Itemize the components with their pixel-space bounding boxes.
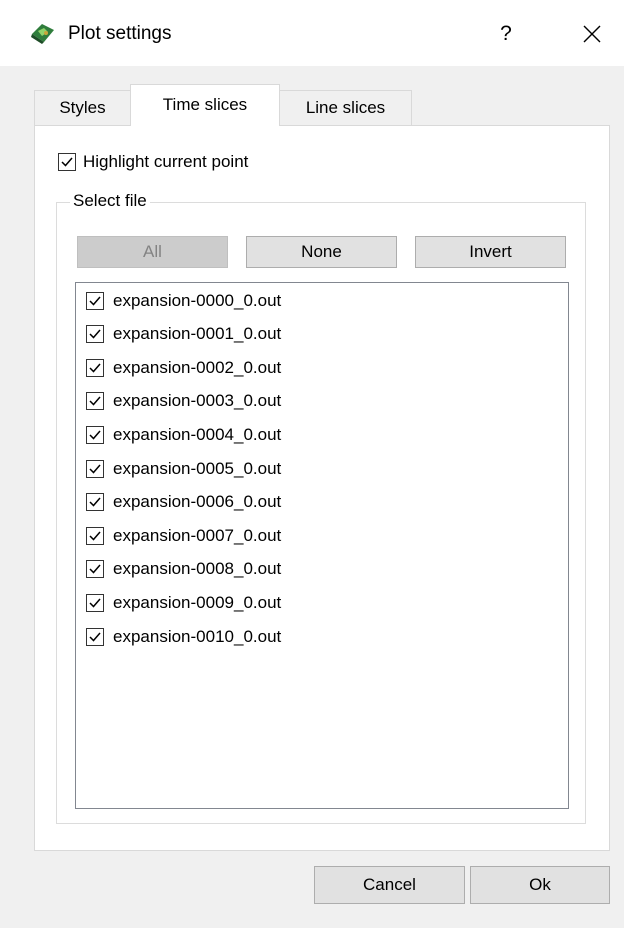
file-name-label: expansion-0000_0.out <box>113 290 282 310</box>
checkbox-checked-icon <box>86 459 104 478</box>
checkbox-checked-icon <box>86 526 104 545</box>
file-list-item[interactable]: expansion-0007_0.out <box>86 520 281 550</box>
close-button[interactable] <box>570 16 614 52</box>
file-name-label: expansion-0008_0.out <box>113 559 282 579</box>
tab-line-slices[interactable]: Line slices <box>279 90 412 126</box>
file-list-item[interactable]: expansion-0005_0.out <box>86 453 281 483</box>
file-name-label: expansion-0009_0.out <box>113 592 282 612</box>
checkbox-checked-icon <box>86 560 104 579</box>
file-list-item[interactable]: expansion-0002_0.out <box>86 352 281 382</box>
checkbox-checked-icon <box>86 358 104 377</box>
tab-styles[interactable]: Styles <box>34 90 131 126</box>
file-name-label: expansion-0006_0.out <box>113 492 282 512</box>
none-button[interactable]: None <box>246 236 397 268</box>
checkbox-checked-icon <box>86 593 104 612</box>
file-list-item[interactable]: expansion-0000_0.out <box>86 285 281 315</box>
invert-button[interactable]: Invert <box>415 236 566 268</box>
file-list-item[interactable]: expansion-0010_0.out <box>86 621 281 651</box>
checkbox-checked-icon <box>58 152 76 171</box>
all-button[interactable]: All <box>77 236 228 268</box>
checkbox-checked-icon <box>86 425 104 444</box>
file-name-label: expansion-0002_0.out <box>113 357 282 377</box>
close-icon <box>583 25 601 43</box>
title-bar: Plot settings ? <box>0 0 624 66</box>
file-name-label: expansion-0007_0.out <box>113 525 282 545</box>
file-list-item[interactable]: expansion-0001_0.out <box>86 319 281 349</box>
window-title: Plot settings <box>68 23 172 44</box>
ok-button[interactable]: Ok <box>470 866 610 904</box>
file-name-label: expansion-0010_0.out <box>113 626 282 646</box>
highlight-current-point-label: Highlight current point <box>83 151 249 171</box>
checkbox-checked-icon <box>86 493 104 512</box>
help-button[interactable]: ? <box>486 16 526 52</box>
tab-time-slices[interactable]: Time slices <box>130 84 280 126</box>
select-file-title: Select file <box>70 190 150 212</box>
file-list-item[interactable]: expansion-0009_0.out <box>86 587 281 617</box>
highlight-current-point-checkbox[interactable]: Highlight current point <box>58 150 248 172</box>
file-name-label: expansion-0005_0.out <box>113 458 282 478</box>
checkbox-checked-icon <box>86 325 104 344</box>
cancel-button[interactable]: Cancel <box>314 866 465 904</box>
checkbox-checked-icon <box>86 291 104 310</box>
file-list-item[interactable]: expansion-0006_0.out <box>86 487 281 517</box>
file-list-item[interactable]: expansion-0008_0.out <box>86 554 281 584</box>
file-name-label: expansion-0003_0.out <box>113 391 282 411</box>
file-list-item[interactable]: expansion-0004_0.out <box>86 419 281 449</box>
file-name-label: expansion-0001_0.out <box>113 324 282 344</box>
file-list-item[interactable]: expansion-0003_0.out <box>86 386 281 416</box>
checkbox-checked-icon <box>86 627 104 646</box>
checkbox-checked-icon <box>86 392 104 411</box>
app-icon <box>31 24 54 44</box>
file-list[interactable]: expansion-0000_0.out expansion-0001_0.out… <box>75 282 569 809</box>
plot-settings-dialog: Plot settings ? Styles Time slices Line … <box>0 0 624 928</box>
file-name-label: expansion-0004_0.out <box>113 424 282 444</box>
